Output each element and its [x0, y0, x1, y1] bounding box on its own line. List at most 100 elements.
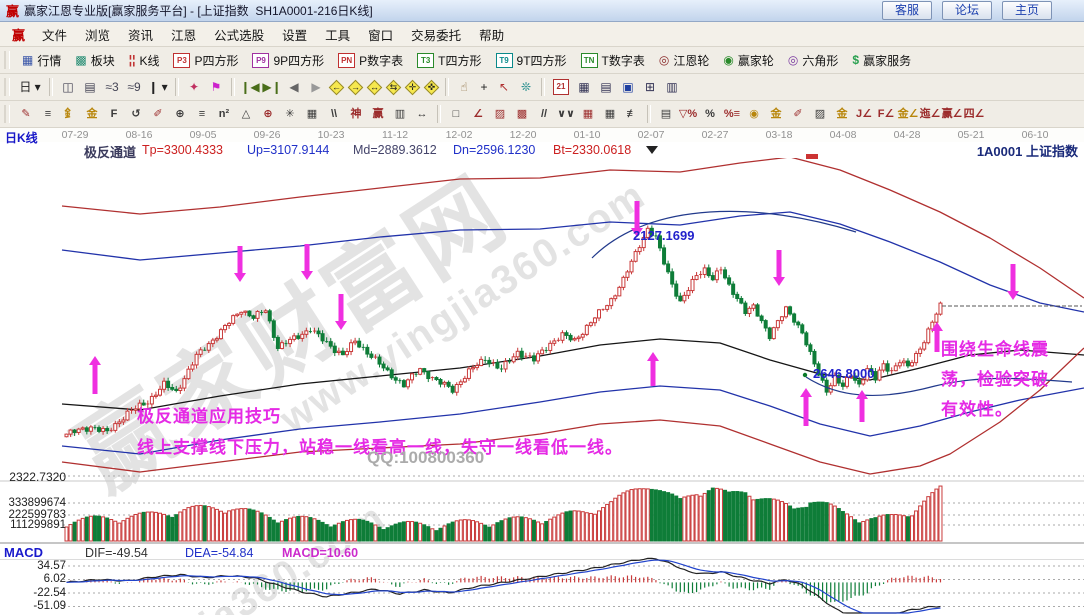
winner-service-button[interactable]: $赢家服务	[845, 49, 918, 71]
draw-tool-5[interactable]: F	[103, 104, 125, 124]
draw-tool-1[interactable]: ✎	[15, 104, 37, 124]
draw-tool-38[interactable]: ▨	[809, 104, 831, 124]
draw-tool-21[interactable]: □	[445, 104, 467, 124]
draw-tool-28[interactable]: ▦	[599, 104, 621, 124]
gann-wheel-button[interactable]: ◎江恩轮	[652, 49, 717, 71]
export-button[interactable]: ⊞	[639, 77, 661, 97]
draw-tool-29[interactable]: ≢	[621, 104, 643, 124]
save-button[interactable]: ▣	[617, 77, 639, 97]
next-bar-button[interactable]: ▶	[305, 77, 327, 97]
menu-item-window[interactable]: 窗口	[359, 25, 402, 44]
draw-tool-4[interactable]: 金	[81, 104, 103, 124]
draw-tool-36[interactable]: 金	[765, 104, 787, 124]
customer-service-button[interactable]: 客服	[882, 1, 932, 20]
mind-map-button[interactable]: ❊	[515, 77, 537, 97]
hand-drag-button[interactable]: ☝	[453, 77, 475, 97]
t-number-table-button[interactable]: TNT数字表	[574, 49, 652, 71]
draw-tool-25[interactable]: //	[533, 104, 555, 124]
draw-tool-26[interactable]: ∨∨	[555, 104, 577, 124]
9t-square-button[interactable]: T99T四方形	[489, 49, 574, 71]
last-bar-button[interactable]: ▶❙	[261, 77, 283, 97]
draw-tool-13[interactable]: ✳	[279, 104, 301, 124]
draw-tool-40[interactable]: J∠	[853, 104, 875, 124]
pointer-button[interactable]: ↖	[493, 77, 515, 97]
shift-right-button[interactable]: →	[348, 80, 363, 95]
compress-horizontal-button[interactable]: ⇆	[386, 80, 401, 95]
draw-tool-9[interactable]: ≡	[191, 104, 213, 124]
menu-item-settings[interactable]: 设置	[273, 25, 316, 44]
t-square-button[interactable]: T3T四方形	[410, 49, 488, 71]
sectors-button[interactable]: ▩板块	[68, 49, 121, 71]
wave-3-button[interactable]: ≈3	[101, 77, 123, 97]
crosshair-button[interactable]: +	[475, 77, 493, 97]
draw-tool-11[interactable]: △	[235, 104, 257, 124]
period-day-button[interactable]: 日 ▾	[15, 77, 45, 97]
trend-indicator-button[interactable]: ✦	[183, 77, 205, 97]
color-kline-button[interactable]: ⚑	[205, 77, 227, 97]
draw-tool-8[interactable]: ⊕	[169, 104, 191, 124]
draw-tool-22[interactable]: ∠	[467, 104, 489, 124]
bar-style-button[interactable]: ❙ ▾	[145, 77, 171, 97]
draw-tool-23[interactable]: ▨	[489, 104, 511, 124]
draw-tool-45[interactable]: 四∠	[963, 104, 985, 124]
draw-tool-6[interactable]: ↺	[125, 104, 147, 124]
p-square-button[interactable]: P3P四方形	[166, 49, 245, 71]
draw-tool-32[interactable]: ▽%	[677, 104, 699, 124]
draw-tool-33[interactable]: %	[699, 104, 721, 124]
prev-bar-button[interactable]: ◀	[283, 77, 305, 97]
menu-item-help[interactable]: 帮助	[470, 25, 513, 44]
peak-price-label: 2127.1699	[633, 228, 694, 243]
calendar-button[interactable]: 21	[553, 79, 569, 95]
menu-item-formula-picker[interactable]: 公式选股	[205, 25, 273, 44]
draw-tool-35[interactable]: ◉	[743, 104, 765, 124]
draw-tool-7[interactable]: ✐	[147, 104, 169, 124]
forum-button[interactable]: 论坛	[942, 1, 992, 20]
first-bar-button[interactable]: ❙◀	[239, 77, 261, 97]
macd-indicator-label[interactable]: MACD	[4, 545, 43, 560]
draw-tool-18[interactable]: ▥	[389, 104, 411, 124]
draw-tool-41[interactable]: F∠	[875, 104, 897, 124]
draw-tool-42[interactable]: 金∠	[897, 104, 919, 124]
notepad-button[interactable]: ▤	[595, 77, 617, 97]
draw-tool-10[interactable]: n²	[213, 104, 235, 124]
menu-item-news[interactable]: 资讯	[119, 25, 162, 44]
draw-tool-37[interactable]: ✐	[787, 104, 809, 124]
window-layout-button[interactable]: ◫	[57, 77, 79, 97]
draw-tool-17[interactable]: 赢	[367, 104, 389, 124]
info-list-button[interactable]: ▤	[79, 77, 101, 97]
kline-button[interactable]: ¦¦K线	[122, 49, 167, 71]
menu-item-tools[interactable]: 工具	[316, 25, 359, 44]
calculator-button[interactable]: ▦	[573, 77, 595, 97]
draw-tool-16[interactable]: 神	[345, 104, 367, 124]
draw-tool-2[interactable]: ≡	[37, 104, 59, 124]
draw-tool-44[interactable]: 赢∠	[941, 104, 963, 124]
9p-square-button[interactable]: P99P四方形	[245, 49, 331, 71]
wave-9-button[interactable]: ≈9	[123, 77, 145, 97]
zoom-fit-button[interactable]: ✜	[424, 80, 439, 95]
print-button[interactable]: ▥	[661, 77, 683, 97]
winner-wheel-button[interactable]: ◉赢家轮	[716, 49, 781, 71]
draw-tool-27[interactable]: ▦	[577, 104, 599, 124]
zoom-reset-button[interactable]: ✛	[405, 80, 420, 95]
draw-tool-14[interactable]: ▦	[301, 104, 323, 124]
draw-tool-43[interactable]: 迤∠	[919, 104, 941, 124]
quotes-button[interactable]: ▦行情	[15, 49, 68, 71]
menu-item-trade-entrust[interactable]: 交易委托	[402, 25, 470, 44]
draw-tool-34[interactable]: %≡	[721, 104, 743, 124]
menu-item-gann[interactable]: 江恩	[162, 25, 205, 44]
draw-tool-3[interactable]: 釒	[59, 104, 81, 124]
draw-tool-12[interactable]: ⊕	[257, 104, 279, 124]
hexagon-button[interactable]: ◎六角形	[781, 49, 846, 71]
p-number-table-button[interactable]: PNP数字表	[331, 49, 410, 71]
draw-tool-24[interactable]: ▩	[511, 104, 533, 124]
stretch-horizontal-button[interactable]: ↔	[367, 80, 382, 95]
chart-canvas[interactable]: 赢家财富网www.yingjia360.comwww.yingjia360.co…	[0, 141, 1084, 615]
draw-tool-15[interactable]: \\	[323, 104, 345, 124]
draw-tool-31[interactable]: ▤	[655, 104, 677, 124]
draw-tool-39[interactable]: 金	[831, 104, 853, 124]
home-button[interactable]: 主页	[1002, 1, 1052, 20]
menu-item-file[interactable]: 文件	[33, 25, 76, 44]
draw-tool-19[interactable]: ↔	[411, 104, 433, 124]
shift-left-button[interactable]: ←	[329, 80, 344, 95]
menu-item-browse[interactable]: 浏览	[76, 25, 119, 44]
